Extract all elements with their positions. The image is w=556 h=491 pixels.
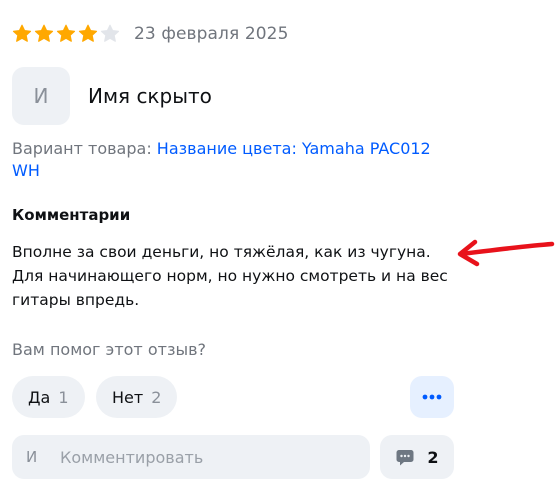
vote-yes-label: Да: [28, 387, 51, 407]
author-name: Имя скрыто: [88, 84, 212, 108]
star-filled-icon: [78, 24, 98, 44]
more-options-button[interactable]: [410, 376, 454, 418]
star-filled-icon: [12, 24, 32, 44]
vote-yes-button[interactable]: Да 1: [12, 376, 85, 418]
vote-no-label: Нет: [112, 387, 144, 407]
comment-bubble-icon: [396, 450, 414, 466]
helpful-question: Вам помог этот отзыв?: [12, 340, 207, 359]
avatar-initial: И: [33, 84, 49, 108]
vote-no-button[interactable]: Нет 2: [96, 376, 178, 418]
comments-count: 2: [427, 447, 439, 467]
variant-label: Вариант товара:: [12, 139, 152, 158]
vote-no-count: 2: [151, 387, 162, 407]
star-filled-icon: [34, 24, 54, 44]
vote-yes-count: 1: [58, 387, 69, 407]
review-header: 23 февраля 2025: [12, 22, 289, 46]
review-text: Вполне за свои деньги, но тяжёлая, как и…: [12, 243, 448, 309]
comments-count-button[interactable]: 2: [380, 435, 454, 479]
star-filled-icon: [56, 24, 76, 44]
review-date: 23 февраля 2025: [134, 24, 289, 44]
comments-heading: Комментарии: [12, 206, 131, 224]
rating-stars: [12, 24, 120, 44]
red-arrow-icon: [457, 239, 555, 267]
star-empty-icon: [100, 24, 120, 44]
product-variant: Вариант товара: Название цвета: Yamaha P…: [12, 138, 462, 182]
comment-placeholder: Комментировать: [60, 447, 204, 467]
more-dots-icon: [422, 394, 442, 400]
avatar: И: [12, 67, 70, 125]
comment-input[interactable]: И Комментировать: [12, 435, 370, 479]
comment-avatar-initial: И: [26, 448, 38, 466]
